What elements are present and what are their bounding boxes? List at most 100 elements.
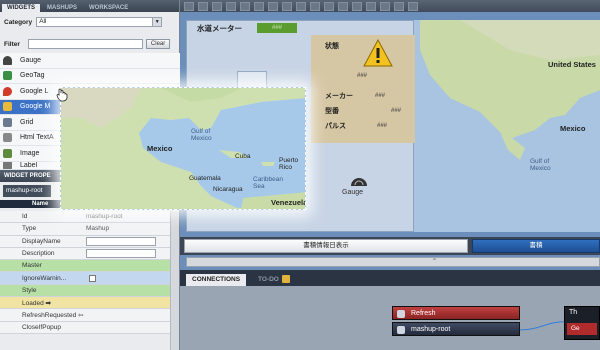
map-label-united-states: United States [548,60,596,69]
maker-value: ### [375,93,386,99]
connection-node-mashup-root[interactable]: mashup-root [392,322,520,336]
toolbar-button[interactable] [212,1,222,11]
toolbar-button[interactable] [198,1,208,11]
designer-toolbar [180,0,600,12]
property-row-style[interactable]: Style [0,284,170,298]
map-widget[interactable]: United States Mexico Gulf of Mexico [400,20,600,232]
drag-shadow [58,0,180,2]
refresh-icon [397,310,405,318]
canvas-horizontal-scrollbar[interactable]: ''' [186,257,600,267]
map-label-mexico: Mexico [560,124,586,133]
chevron-down-icon[interactable]: ▼ [152,18,162,26]
toolbar-button[interactable] [310,1,320,11]
geotag-icon [3,71,12,81]
category-select[interactable]: All ▼ [36,17,163,27]
gauge-icon [351,178,367,186]
widget-item-gauge[interactable]: Gauge [0,53,180,69]
meter-title-value: ### [257,23,297,33]
tab-daily-display[interactable]: 書積情報日表示 [184,239,468,253]
tab-mashups[interactable]: MASHUPS [42,4,82,12]
property-row-displayname[interactable]: DisplayName [0,235,170,248]
status-value: ### [357,73,368,79]
description-input[interactable] [86,249,156,259]
status-label: 状態 [325,43,339,50]
toolbar-button[interactable] [296,1,306,11]
property-row-closeifpopup[interactable]: CloseIfPopup [0,321,170,334]
tab-workspace[interactable]: WORKSPACE [84,4,133,12]
arrow-right-icon: ➡ [45,299,51,307]
category-value: All [39,18,47,25]
property-row-ignorewarnings[interactable]: IgnoreWarnin... [0,272,170,285]
toolbar-button[interactable] [338,1,348,11]
connections-tabbar: CONNECTIONS TO-DO [180,270,600,286]
target-sub: Ge [567,323,597,335]
filter-row: Filter Clear [0,39,179,49]
ignorewarnings-checkbox[interactable] [89,274,96,282]
filter-label: Filter [4,40,20,48]
name-column-header: Name [32,201,49,207]
preview-label-nicaragua: Nicaragua [213,186,243,193]
toolbar-button[interactable] [254,1,264,11]
toolbar-button[interactable] [184,1,194,11]
preview-label-venezuela: Venezuela [271,198,306,207]
preview-label-cuba: Cuba [235,153,251,160]
connection-line [520,321,569,331]
property-row-type[interactable]: Type Mashup [0,223,170,236]
grid-icon [3,117,12,127]
property-row-loaded[interactable]: Loaded ➡ [0,297,170,310]
preview-label-guatemala: Guatemala [189,175,221,182]
status-panel[interactable]: 状態 ### メーカー ### 型番 ### パルス ### [311,35,415,143]
clear-button[interactable]: Clear [145,39,171,49]
preview-label-puerto-rico: Puerto Rico [279,157,299,171]
property-row-master[interactable]: Master [0,260,170,273]
dragged-map-preview[interactable]: Mexico Gulf of Mexico Cuba Puerto Rico G… [60,87,306,210]
html-textarea-icon [3,133,12,143]
toolbar-button[interactable] [226,1,236,11]
preview-label-gulf: Gulf of Mexico [191,128,212,142]
toolbar-button[interactable] [324,1,334,11]
todo-badge-icon [281,275,290,284]
arrow-left-icon: ⇦ [78,312,84,320]
label-icon [3,161,12,169]
pulse-value: ### [377,123,388,129]
pulse-label: パルス [325,123,346,130]
hand-cursor-icon [56,88,68,102]
toolbar-button[interactable] [366,1,376,11]
category-label: Category [4,18,33,26]
tab-record[interactable]: 書積 [472,239,600,253]
connection-node-target[interactable]: Th Ge [564,306,600,340]
property-row-refreshrequested[interactable]: RefreshRequested ⇦ [0,309,170,322]
connections-canvas[interactable]: Refresh mashup-root Th Ge [180,286,600,350]
model-value: ### [391,108,402,114]
connection-node-refresh[interactable]: Refresh [392,306,520,320]
toolbar-button[interactable] [380,1,390,11]
image-icon [3,148,12,158]
gauge-label: Gauge [342,189,364,196]
toolbar-button[interactable] [268,1,278,11]
mashup-icon [397,326,405,334]
map-pin-icon [3,86,12,96]
toolbar-button[interactable] [394,1,404,11]
tab-connections[interactable]: CONNECTIONS [186,274,247,286]
toolbar-button[interactable] [240,1,250,11]
property-row-description[interactable]: Description [0,247,170,261]
warning-icon [363,39,393,67]
tab-widgets[interactable]: WIDGETS [2,4,40,12]
properties-table: Id mashup-root Type Mashup DisplayName D… [0,211,170,334]
map-label-gulf: Gulf of Mexico [530,158,551,172]
preview-label-mexico: Mexico [147,144,173,153]
property-row-id[interactable]: Id mashup-root [0,211,170,224]
widget-properties-root[interactable]: mashup-root [3,185,51,197]
filter-input[interactable] [27,39,143,49]
scroll-grip: ''' [433,259,437,265]
preview-map-land [61,88,305,209]
toolbar-button[interactable] [352,1,362,11]
displayname-input[interactable] [86,236,156,246]
toolbar-button[interactable] [408,1,418,11]
toolbar-button[interactable] [282,1,292,11]
map-icon [3,102,12,112]
meter-title: 水道メーター [197,24,242,33]
tab-todo[interactable]: TO-DO [252,274,296,286]
properties-scrollbar[interactable] [170,211,179,350]
widget-item-geotag[interactable]: GeoTag [0,68,180,84]
